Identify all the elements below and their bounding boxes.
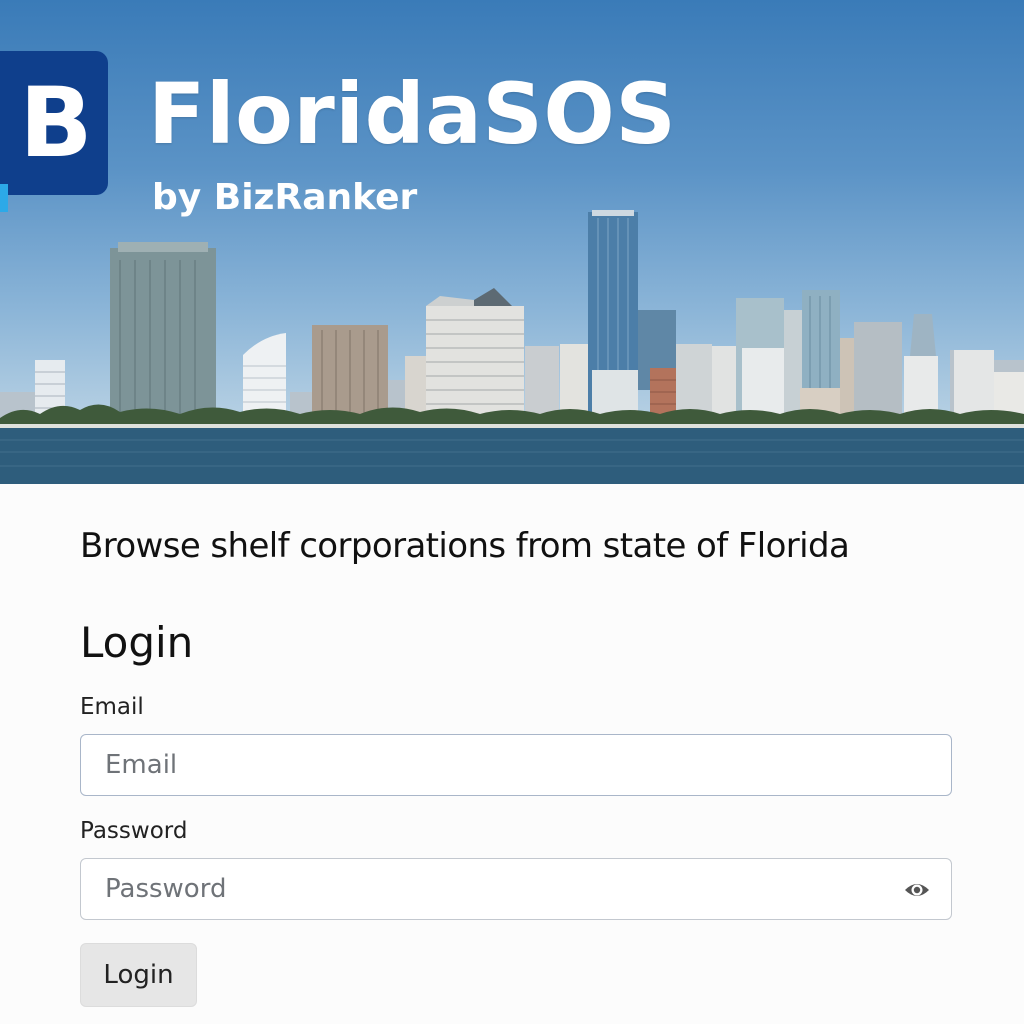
eye-icon[interactable] xyxy=(903,877,931,903)
logo-letter: B xyxy=(19,67,93,179)
password-label: Password xyxy=(80,818,188,844)
email-label: Email xyxy=(80,694,144,720)
login-heading: Login xyxy=(80,618,194,667)
email-field[interactable] xyxy=(81,735,951,795)
page-tagline: Browse shelf corporations from state of … xyxy=(80,526,850,566)
password-field[interactable] xyxy=(81,859,951,919)
email-field-container xyxy=(80,734,952,796)
logo-accent-bar xyxy=(0,184,8,212)
brand-logo: B xyxy=(0,51,108,212)
password-field-container xyxy=(80,858,952,920)
brand-subtitle: by BizRanker xyxy=(152,177,418,218)
login-button[interactable]: Login xyxy=(80,943,197,1007)
header-banner: B FloridaSOS by BizRanker xyxy=(0,0,1024,484)
brand-title: FloridaSOS xyxy=(148,65,677,163)
